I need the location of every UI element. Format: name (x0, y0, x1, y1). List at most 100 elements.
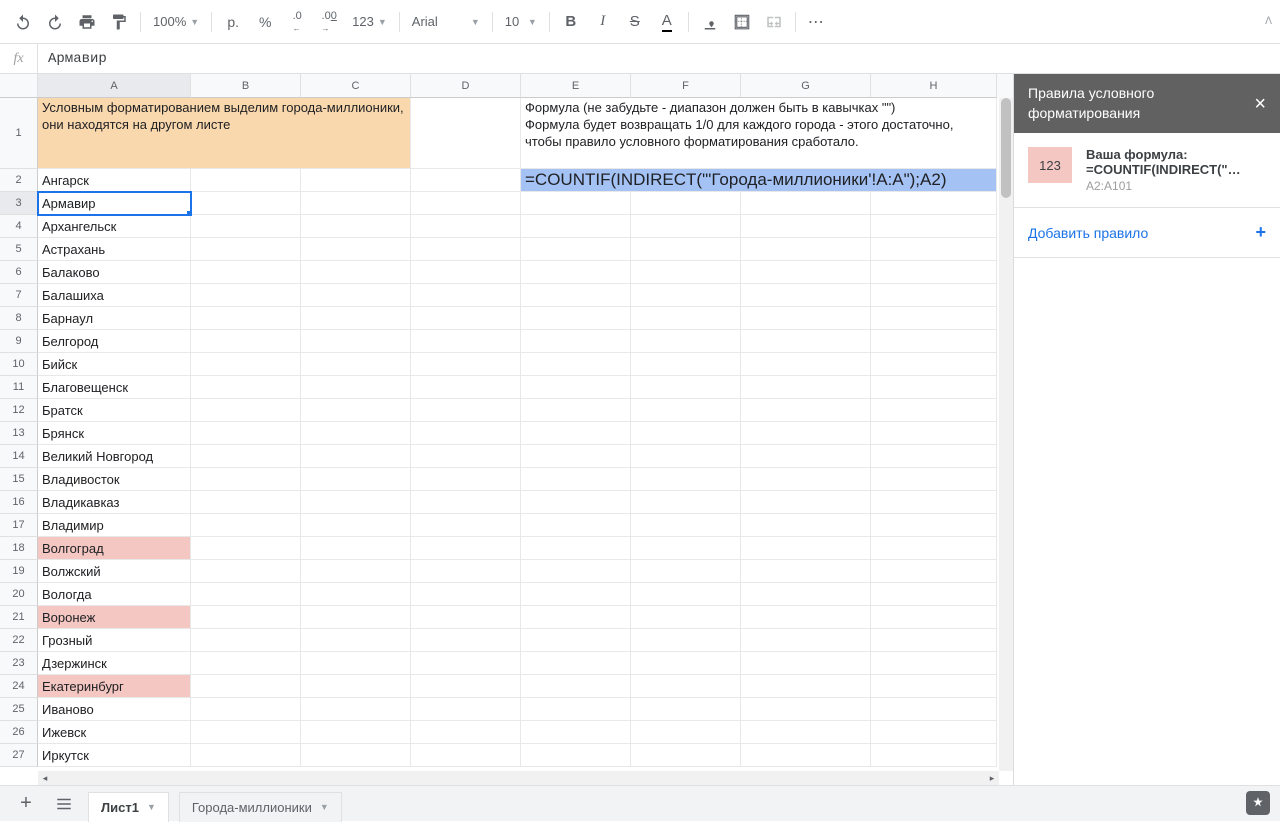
percent-button[interactable]: % (250, 7, 280, 37)
collapse-toolbar-icon[interactable]: ᐱ (1265, 16, 1272, 27)
cell-A1[interactable]: Условным форматированием выделим города-… (38, 98, 411, 169)
cell-A7[interactable]: Балашиха (38, 284, 191, 307)
sheet-tab-second[interactable]: Города-миллионики▼ (179, 792, 342, 822)
cell-A27[interactable]: Иркутск (38, 744, 191, 767)
cell-D18[interactable] (411, 537, 521, 560)
cell-D6[interactable] (411, 261, 521, 284)
cell-D2[interactable] (411, 169, 521, 192)
cell-G25[interactable] (741, 698, 871, 721)
cell-F22[interactable] (631, 629, 741, 652)
cell-D20[interactable] (411, 583, 521, 606)
cell-H12[interactable] (871, 399, 997, 422)
cell-D26[interactable] (411, 721, 521, 744)
cell-E7[interactable] (521, 284, 631, 307)
cell-C11[interactable] (301, 376, 411, 399)
cell-A3[interactable]: Армавир (38, 192, 191, 215)
horizontal-scrollbar[interactable]: ◂▸ (38, 771, 999, 785)
cell-D3[interactable] (411, 192, 521, 215)
cell-G20[interactable] (741, 583, 871, 606)
increase-decimal-button[interactable]: .00→ (314, 7, 344, 37)
cell-E27[interactable] (521, 744, 631, 767)
cell-D15[interactable] (411, 468, 521, 491)
cell-H27[interactable] (871, 744, 997, 767)
cell-C10[interactable] (301, 353, 411, 376)
cell-D22[interactable] (411, 629, 521, 652)
cell-B7[interactable] (191, 284, 301, 307)
cell-E8[interactable] (521, 307, 631, 330)
cell-G10[interactable] (741, 353, 871, 376)
cell-H3[interactable] (871, 192, 997, 215)
cell-D27[interactable] (411, 744, 521, 767)
cell-A11[interactable]: Благовещенск (38, 376, 191, 399)
cell-H20[interactable] (871, 583, 997, 606)
cell-E24[interactable] (521, 675, 631, 698)
cell-F21[interactable] (631, 606, 741, 629)
cell-G16[interactable] (741, 491, 871, 514)
cell-E11[interactable] (521, 376, 631, 399)
cell-H22[interactable] (871, 629, 997, 652)
cell-G4[interactable] (741, 215, 871, 238)
cell-G26[interactable] (741, 721, 871, 744)
select-all-corner[interactable] (0, 74, 38, 98)
cell-C24[interactable] (301, 675, 411, 698)
paint-format-button[interactable] (104, 7, 134, 37)
row-header-7[interactable]: 7 (0, 284, 38, 307)
row-header-11[interactable]: 11 (0, 376, 38, 399)
cell-B4[interactable] (191, 215, 301, 238)
cell-D13[interactable] (411, 422, 521, 445)
formula-input[interactable]: Армавир (38, 51, 1280, 67)
all-sheets-button[interactable] (50, 790, 78, 818)
cell-C6[interactable] (301, 261, 411, 284)
strikethrough-button[interactable]: S (620, 7, 650, 37)
cell-G19[interactable] (741, 560, 871, 583)
cell-G13[interactable] (741, 422, 871, 445)
cell-G14[interactable] (741, 445, 871, 468)
cell-F8[interactable] (631, 307, 741, 330)
cell-D8[interactable] (411, 307, 521, 330)
row-header-17[interactable]: 17 (0, 514, 38, 537)
cell-A8[interactable]: Барнаул (38, 307, 191, 330)
row-header-14[interactable]: 14 (0, 445, 38, 468)
cell-F14[interactable] (631, 445, 741, 468)
cell-C15[interactable] (301, 468, 411, 491)
row-header-8[interactable]: 8 (0, 307, 38, 330)
row-header-25[interactable]: 25 (0, 698, 38, 721)
cell-C19[interactable] (301, 560, 411, 583)
cell-G8[interactable] (741, 307, 871, 330)
cell-H16[interactable] (871, 491, 997, 514)
cell-B3[interactable] (191, 192, 301, 215)
row-header-16[interactable]: 16 (0, 491, 38, 514)
cell-A2[interactable]: Ангарск (38, 169, 191, 192)
more-button[interactable]: ⋯ (802, 7, 832, 37)
number-format-dropdown[interactable]: 123▼ (346, 7, 393, 37)
row-header-2[interactable]: 2 (0, 169, 38, 192)
currency-button[interactable]: р. (218, 7, 248, 37)
cell-D19[interactable] (411, 560, 521, 583)
cell-A14[interactable]: Великий Новгород (38, 445, 191, 468)
cell-A20[interactable]: Вологда (38, 583, 191, 606)
column-header-G[interactable]: G (741, 74, 871, 98)
redo-button[interactable] (40, 7, 70, 37)
print-button[interactable] (72, 7, 102, 37)
cell-A25[interactable]: Иваново (38, 698, 191, 721)
cell-E13[interactable] (521, 422, 631, 445)
cell-D17[interactable] (411, 514, 521, 537)
row-header-18[interactable]: 18 (0, 537, 38, 560)
explore-button[interactable] (1246, 791, 1270, 815)
row-header-15[interactable]: 15 (0, 468, 38, 491)
cell-E4[interactable] (521, 215, 631, 238)
cell-B17[interactable] (191, 514, 301, 537)
cell-B16[interactable] (191, 491, 301, 514)
cell-E22[interactable] (521, 629, 631, 652)
cell-E20[interactable] (521, 583, 631, 606)
cell-F10[interactable] (631, 353, 741, 376)
cell-B5[interactable] (191, 238, 301, 261)
row-header-26[interactable]: 26 (0, 721, 38, 744)
cell-G9[interactable] (741, 330, 871, 353)
cell-C21[interactable] (301, 606, 411, 629)
cell-D16[interactable] (411, 491, 521, 514)
cell-D10[interactable] (411, 353, 521, 376)
cell-B18[interactable] (191, 537, 301, 560)
cell-F26[interactable] (631, 721, 741, 744)
spreadsheet-grid[interactable]: ABCDEFGH1Условным форматированием выдели… (0, 74, 1013, 785)
